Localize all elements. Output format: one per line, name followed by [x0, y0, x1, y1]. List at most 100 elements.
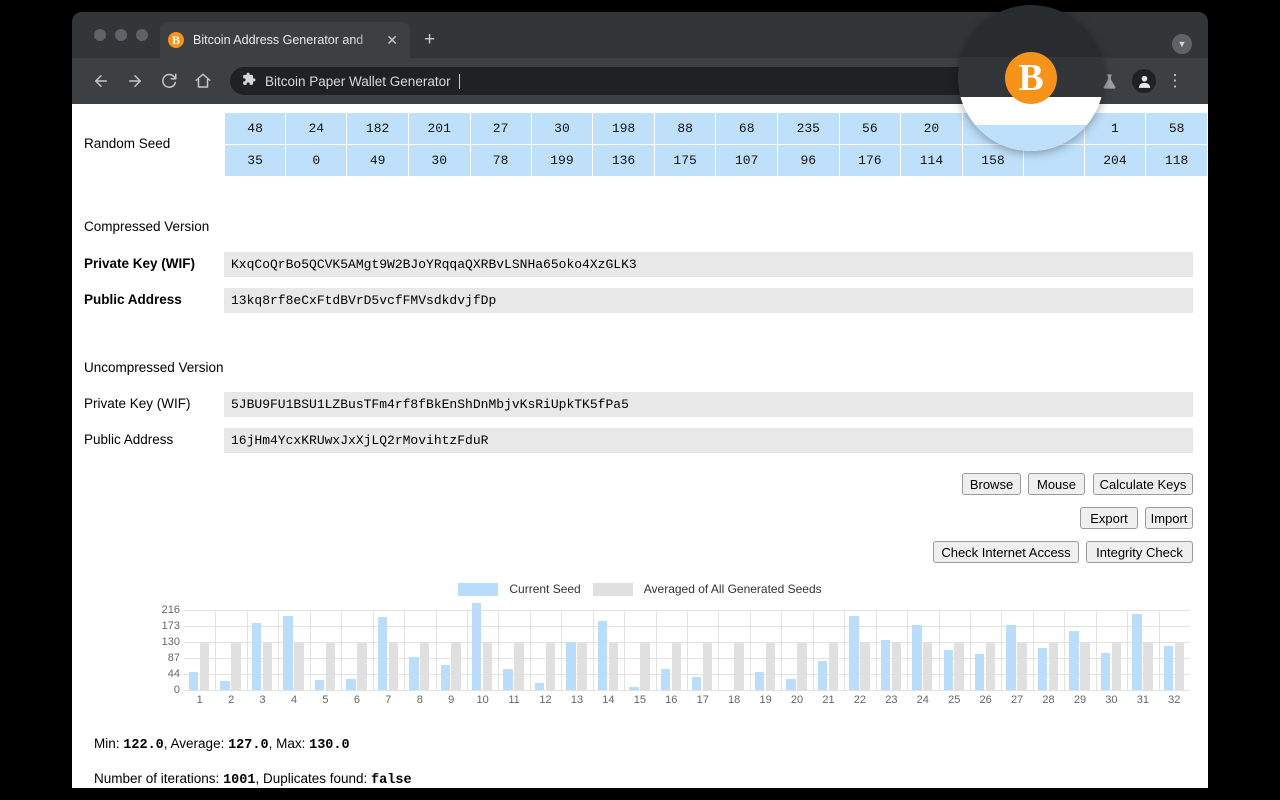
chart-bar [346, 678, 356, 690]
x-axis-tick-label: 31 [1136, 694, 1149, 706]
chart-gridline-vertical [561, 610, 563, 690]
x-axis-tick-label: 12 [539, 694, 552, 706]
legend-swatch-averaged-seed [592, 582, 633, 596]
duplicates-label: , Duplicates found: [255, 771, 372, 786]
x-axis-tick-label: 6 [353, 694, 360, 706]
maximize-window-button[interactable] [136, 29, 148, 41]
chart-gridline [184, 690, 1190, 691]
legend-item-averaged-seed: Averaged of All Generated Seeds [592, 582, 822, 596]
chart-plot-area: 0 44 87 130 173 216 1 2 3 4 5 6 7 8 9 10 11 12 13 14 15 16 17 1… [162, 602, 1190, 706]
x-axis-tick-label: 1 [196, 694, 203, 706]
export-button[interactable]: Export [1080, 507, 1138, 529]
chart-gridline-vertical [812, 610, 814, 690]
chart-bar [828, 642, 839, 690]
chart-bar [597, 621, 608, 690]
seed-cell: 20 [900, 112, 963, 145]
compressed-address-value[interactable]: 13kq8rf8eCxFtdBVrD5vcfFMVsdkdvjfDp [224, 288, 1193, 313]
max-value: 130.0 [309, 738, 350, 753]
browser-tab[interactable]: B Bitcoin Address Generator and ✕ [160, 22, 410, 58]
browser-menu-button[interactable]: ⋮ [1160, 66, 1190, 96]
seed-cell: 24 [285, 112, 348, 145]
close-tab-button[interactable]: ✕ [382, 32, 402, 49]
integrity-check-button[interactable]: Integrity Check [1086, 541, 1193, 563]
seed-cell: 68 [715, 112, 778, 145]
chart-bar [1048, 642, 1059, 690]
max-label: , Max: [268, 736, 310, 751]
x-axis-tick-label: 5 [322, 694, 329, 706]
iterations-label: Number of iterations: [94, 771, 224, 786]
reload-button[interactable] [154, 66, 184, 96]
seed-cell: 136 [592, 144, 655, 177]
seed-cell: 114 [900, 144, 963, 177]
chart-gridline-vertical [781, 610, 783, 690]
x-axis-tick-label: 23 [885, 694, 898, 706]
chart-bar [1111, 642, 1122, 690]
x-axis-tick-label: 22 [853, 694, 867, 706]
x-axis-tick-label: 20 [790, 694, 804, 706]
chart-bar [503, 669, 513, 690]
y-axis-tick-label: 173 [161, 619, 180, 632]
x-axis-tick-label: 13 [570, 694, 584, 706]
magnifier-overlay: B [958, 5, 1104, 151]
chart-gridline-vertical [907, 610, 909, 690]
back-button[interactable] [86, 66, 116, 96]
chart-bar [1069, 631, 1079, 690]
check-internet-access-button[interactable]: Check Internet Access [933, 541, 1079, 563]
seed-distribution-chart: Current Seed Averaged of All Generated S… [72, 582, 1208, 712]
chart-gridline-vertical [1032, 610, 1034, 690]
home-button[interactable] [188, 66, 218, 96]
uncompressed-privkey-value[interactable]: 5JBU9FU1BSU1LZBusTFm4rf8fBkEnShDnMbjvKsR… [224, 392, 1193, 417]
x-axis-tick-label: 7 [385, 694, 392, 706]
chart-bar [817, 661, 828, 690]
seed-cell: 35 [223, 144, 287, 177]
mouse-button[interactable]: Mouse [1028, 473, 1085, 495]
profile-icon[interactable] [1132, 69, 1156, 93]
close-window-button[interactable] [94, 29, 106, 41]
seed-cell: 96 [776, 144, 840, 177]
x-axis-tick-label: 17 [696, 694, 709, 706]
x-axis-tick-label: 32 [1168, 694, 1181, 706]
chart-bar [1006, 624, 1016, 690]
new-tab-button[interactable]: + [424, 30, 435, 49]
y-axis-tick-label: 87 [167, 651, 180, 664]
seed-cell: 235 [776, 112, 840, 145]
chart-gridline-vertical [844, 610, 846, 690]
min-value: 122.0 [123, 738, 164, 753]
x-axis-tick-label: 11 [508, 694, 520, 706]
chart-gridline-vertical [1127, 610, 1129, 690]
chart-bar [199, 642, 210, 690]
seed-cell: 175 [653, 144, 717, 177]
tab-list-menu-button[interactable]: ▼ [1172, 34, 1192, 54]
chart-bar [514, 642, 524, 690]
window-controls[interactable] [94, 29, 148, 41]
forward-button[interactable] [120, 66, 150, 96]
uncompressed-privkey-label: Private Key (WIF) [84, 396, 191, 411]
chart-bar [608, 642, 619, 690]
import-button[interactable]: Import [1145, 507, 1193, 529]
chart-bar [985, 642, 996, 690]
compressed-privkey-value[interactable]: KxqCoQrBo5QCVK5AMgt9W2BJoYRqqaQXRBvLSNHa… [224, 252, 1193, 277]
chart-bar [860, 642, 870, 690]
chart-bar [294, 642, 304, 690]
uncompressed-address-value[interactable]: 16jHm4YcxKRUwxJxXjLQ2rMovihtzFduR [224, 428, 1193, 453]
iterations-line: Number of iterations: 1001, Duplicates f… [94, 771, 412, 788]
seed-cell: 0 [285, 144, 348, 177]
chart-bar [880, 639, 891, 690]
x-axis-tick-label: 30 [1105, 694, 1118, 706]
chart-bar [534, 682, 545, 690]
chart-bar [671, 642, 681, 690]
x-axis-tick-label: 8 [416, 694, 423, 706]
legend-label-current-seed: Current Seed [509, 582, 581, 596]
address-bar-caret [458, 73, 460, 89]
chart-bar [440, 664, 450, 690]
chart-gridline-vertical [309, 610, 311, 690]
duplicates-value: false [371, 773, 412, 788]
chart-bar [891, 642, 901, 690]
chart-gridline-vertical [435, 610, 437, 690]
chart-bar [640, 642, 650, 690]
browse-button[interactable]: Browse [962, 473, 1021, 495]
calculate-keys-button[interactable]: Calculate Keys [1093, 473, 1193, 495]
chart-bar [912, 625, 922, 690]
minimize-window-button[interactable] [115, 29, 127, 41]
chart-gridline-vertical [215, 610, 217, 690]
